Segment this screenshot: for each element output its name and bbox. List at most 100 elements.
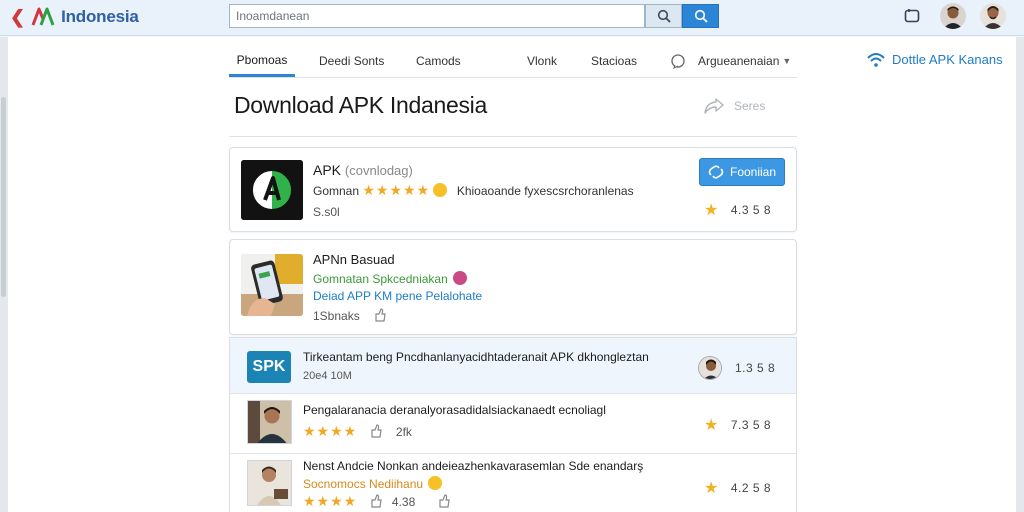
- brand[interactable]: ❮ Indonesia: [10, 6, 139, 28]
- list-item-sub-row: Socnomocs Nediihanu: [303, 476, 443, 491]
- tab-label: Vlonk: [527, 54, 558, 68]
- phone-app-thumbnail: [241, 254, 303, 316]
- tab-label: Camods: [416, 54, 461, 68]
- list-item-title: Nenst Andcie Nonkan andeieazhenkavarasem…: [303, 459, 644, 473]
- app-thumbnail: [247, 400, 292, 444]
- search-button[interactable]: [682, 4, 719, 28]
- divider: [229, 136, 797, 137]
- tab-dropdown[interactable]: Argueanenaian ▼: [670, 45, 791, 77]
- list-item-title: Tirkeantam beng Pncdhanlanyacidhtaderana…: [303, 350, 649, 364]
- app-meta-row: Gomnan ★★★★★ Khioaoande fyxescsrchoranle…: [313, 182, 634, 199]
- developer-avatar: [698, 356, 722, 380]
- brand-logo-icon: [31, 7, 55, 26]
- back-chevron-icon[interactable]: ❮: [10, 7, 25, 28]
- list-item-subtitle: Socnomocs Nediihanu: [303, 477, 424, 491]
- list-item-title: Pengalaranacia deranalyorasadidalsiackan…: [303, 403, 606, 417]
- thumb-icon: [438, 494, 450, 508]
- app-category: Gomnatan Spkcedniakan: [313, 272, 448, 286]
- tab-label: Argueanenaian: [698, 54, 780, 68]
- share-button[interactable]: Seres: [704, 98, 765, 114]
- search-input[interactable]: [229, 4, 645, 28]
- list-item-meta-row: ★★★★ 4.38: [303, 493, 451, 510]
- app-rating: ★ 4.3 5 8: [704, 200, 771, 220]
- tab-camods[interactable]: Camods: [416, 45, 461, 77]
- chevron-down-icon: ▼: [782, 56, 792, 66]
- rating-value: 7.3 5 8: [730, 418, 772, 432]
- search-button-secondary[interactable]: [645, 4, 682, 28]
- tab-stacioas[interactable]: Stacioas: [591, 45, 637, 77]
- list-item-rating: ★ 4.2 5 8: [704, 478, 771, 498]
- app-card-secondary[interactable]: APNn Basuad Gomnatan Spkcedniakan Deiad …: [229, 239, 797, 335]
- app-link[interactable]: Deiad APP KM pene Pelalohate: [313, 289, 482, 303]
- tab-label: Pbomoas: [236, 52, 288, 67]
- spk-app-icon: SPK: [247, 351, 291, 383]
- list-item[interactable]: Pengalaranacia deranalyorasadidalsiackan…: [230, 394, 796, 454]
- tab-label: Stacioas: [591, 54, 638, 68]
- list-item-meta-row: ★★★★ 2fk: [303, 423, 412, 440]
- side-link[interactable]: Dottle APK Kanans: [866, 50, 1003, 68]
- tab-pbomoas[interactable]: Pbomoas: [229, 45, 295, 77]
- download-button[interactable]: Fooniian: [699, 158, 785, 186]
- badge-icon: [453, 271, 468, 285]
- search-icon: [694, 9, 708, 23]
- app-title-note: (covnlodag): [344, 163, 413, 178]
- app-title-row: APK (covnlodag): [313, 162, 413, 178]
- link-icon: [708, 165, 724, 179]
- app-thumbnail: [247, 460, 292, 506]
- thumb-icon: [370, 494, 382, 508]
- left-scrollbar[interactable]: [0, 37, 8, 512]
- app-card-featured[interactable]: APK (covnlodag) Gomnan ★★★★★ Khioaoande …: [229, 147, 797, 232]
- user-avatar-secondary[interactable]: [980, 3, 1006, 29]
- list-item[interactable]: Nenst Andcie Nonkan andeieazhenkavarasem…: [230, 454, 796, 512]
- search-icon: [657, 9, 671, 23]
- app-meta: 1Sbnaks: [313, 309, 360, 323]
- list-item-meta: 2fk: [395, 425, 412, 439]
- person-icon: [699, 357, 721, 379]
- download-button-label: Fooniian: [729, 165, 777, 179]
- rating-value: 4.3 5 8: [730, 203, 772, 217]
- smile-emoji-icon: [433, 183, 448, 197]
- scrollbar-thumb[interactable]: [1, 97, 6, 297]
- app-category-row: Gomnatan Spkcedniakan: [313, 271, 468, 286]
- rating-value: 4.2 5 8: [730, 481, 772, 495]
- thumb-icon: [375, 308, 386, 322]
- list-item-rating: 1.3 5 8: [735, 361, 775, 375]
- chat-icon: [671, 54, 685, 69]
- star-icon: ★: [704, 417, 719, 434]
- apk-app-icon: [241, 160, 303, 220]
- right-scrollbar[interactable]: [1016, 37, 1024, 512]
- page-title: Download APK Indanesia: [234, 92, 487, 118]
- list-item-meta: 20e4 10M: [303, 370, 352, 382]
- star-icon: ★: [704, 480, 719, 497]
- app-description: Khioaoande fyxescsrchoranlenas: [456, 184, 634, 198]
- rating-value: 1.3 5 8: [735, 361, 776, 375]
- smile-emoji-icon: [428, 476, 443, 490]
- share-icon: [704, 98, 724, 114]
- star-rating: ★★★★★: [362, 182, 431, 198]
- list-item[interactable]: SPK Tirkeantam beng Pncdhanlanyacidhtade…: [230, 338, 796, 394]
- thumb-icon: [370, 424, 382, 438]
- tab-label: Deedi Sonts: [319, 54, 385, 68]
- top-bar: ❮ Indonesia: [0, 0, 1024, 36]
- tab-deedi-sonts[interactable]: Deedi Sonts: [319, 45, 384, 77]
- star-rating: ★★★★: [303, 423, 358, 439]
- app-title: APNn Basuad: [313, 252, 395, 267]
- star-icon: ★: [704, 202, 719, 219]
- app-size: S.s0l: [313, 205, 340, 219]
- wifi-icon: [867, 53, 885, 67]
- list-item-meta: 4.38: [391, 495, 416, 509]
- list-item-rating: ★ 7.3 5 8: [704, 415, 771, 435]
- person-icon: [980, 3, 1006, 29]
- tabs-icon[interactable]: [903, 7, 921, 25]
- user-avatar[interactable]: [940, 3, 966, 29]
- person-icon: [940, 3, 966, 29]
- app-title: APK: [313, 162, 342, 178]
- tab-vlonk[interactable]: Vlonk: [527, 45, 557, 77]
- side-link-label: Dottle APK Kanans: [892, 51, 1003, 67]
- app-developer: Gomnan: [313, 184, 360, 198]
- app-meta-row: 1Sbnaks: [313, 308, 387, 323]
- app-icon-text: SPK: [252, 358, 286, 375]
- tab-bar: Pbomoas Deedi Sonts Camods Vlonk Stacioa…: [229, 45, 797, 78]
- brand-name: Indonesia: [61, 7, 139, 26]
- share-label: Seres: [734, 99, 766, 113]
